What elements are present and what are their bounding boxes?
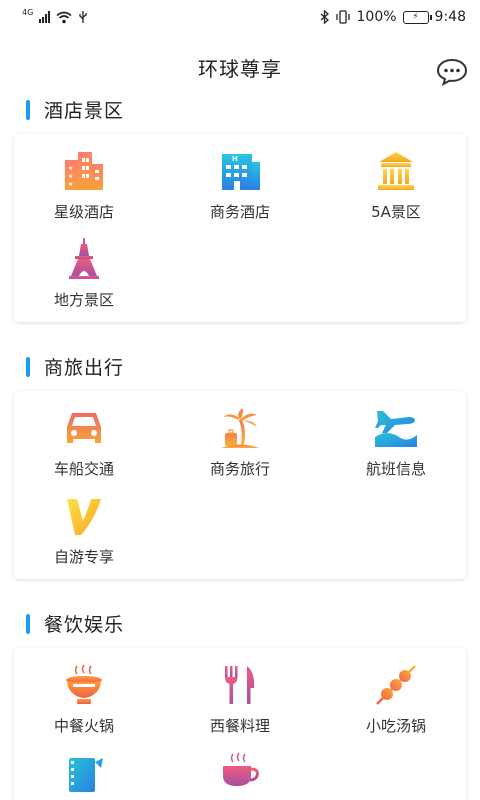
hotpot-icon bbox=[66, 664, 102, 704]
plane-icon bbox=[375, 411, 417, 447]
section-accent-bar bbox=[26, 99, 30, 120]
section-card-hotels: ★ ★ ★ 星级酒店 H 商务酒店 5A景区 地方景区 bbox=[14, 134, 466, 322]
grid-item-label: 商务旅行 bbox=[209, 460, 270, 478]
grid-item-transport[interactable]: 车船交通 bbox=[9, 395, 159, 481]
section-accent-bar bbox=[26, 356, 30, 377]
grid-item-western[interactable]: 西餐料理 bbox=[165, 652, 315, 738]
page-title: 环球尊享 bbox=[198, 57, 282, 81]
signal-icon bbox=[39, 11, 51, 23]
skewer-icon bbox=[376, 665, 416, 705]
section-header-hotels: 酒店景区 bbox=[26, 96, 124, 123]
grid-item-label: 中餐火锅 bbox=[53, 717, 114, 735]
battery-percent: 100% bbox=[356, 9, 397, 25]
grid-item-star-hotel[interactable]: ★ ★ ★ 星级酒店 bbox=[9, 138, 159, 224]
section-card-travel: 车船交通 商务旅行 航班信息 自游专享 bbox=[14, 391, 466, 579]
film-icon bbox=[69, 758, 103, 792]
status-bar: 4G 100% ⚡ 9:48 bbox=[0, 0, 480, 34]
grid-item-label: 车船交通 bbox=[53, 460, 114, 478]
grid-item-label: 地方景区 bbox=[53, 291, 114, 309]
section-title: 餐饮娱乐 bbox=[44, 614, 125, 636]
grid-item-flight-info[interactable]: 航班信息 bbox=[321, 395, 471, 481]
svg-text:H: H bbox=[232, 155, 238, 163]
business-hotel-icon: H bbox=[222, 154, 260, 190]
network-type: 4G bbox=[22, 7, 34, 17]
grid-item-label: 5A景区 bbox=[371, 203, 421, 221]
section-header-travel: 商旅出行 bbox=[26, 353, 124, 380]
grid-item-business-travel[interactable]: 商务旅行 bbox=[165, 395, 315, 481]
v-icon bbox=[67, 499, 101, 535]
grid-item-cafe[interactable] bbox=[165, 740, 315, 800]
vibrate-icon bbox=[335, 10, 350, 24]
section-accent-bar bbox=[26, 613, 30, 634]
svg-text:★: ★ bbox=[68, 165, 73, 172]
grid-item-label: 商务酒店 bbox=[209, 203, 270, 221]
wifi-icon bbox=[56, 11, 72, 23]
svg-text:★: ★ bbox=[68, 181, 73, 188]
title-bar: 环球尊享 bbox=[0, 44, 480, 88]
clock: 9:48 bbox=[434, 9, 466, 25]
battery-icon: ⚡ bbox=[402, 10, 432, 24]
grid-item-5a-scenic[interactable]: 5A景区 bbox=[321, 138, 471, 224]
svg-text:★: ★ bbox=[68, 173, 73, 180]
grid-item-snacks[interactable]: 小吃汤锅 bbox=[321, 652, 471, 738]
grid-item-label: 自游专享 bbox=[53, 548, 114, 566]
temple-icon bbox=[378, 152, 414, 190]
tower-icon bbox=[69, 238, 99, 279]
section-card-dining: 中餐火锅 西餐料理 小吃汤锅 bbox=[14, 648, 466, 800]
star-hotel-icon: ★★★ bbox=[65, 152, 103, 190]
fork-knife-icon bbox=[225, 666, 255, 704]
bluetooth-icon bbox=[320, 10, 329, 24]
grid-item-hotpot[interactable]: 中餐火锅 bbox=[9, 652, 159, 738]
usb-icon bbox=[79, 11, 87, 23]
car-icon bbox=[67, 413, 101, 443]
grid-item-label: 西餐料理 bbox=[209, 717, 270, 735]
grid-item-local-scenic[interactable]: 地方景区 bbox=[9, 226, 159, 312]
section-header-dining: 餐饮娱乐 bbox=[26, 610, 124, 637]
grid-item-movies[interactable] bbox=[9, 740, 159, 800]
grid-item-label: 航班信息 bbox=[365, 460, 426, 478]
grid-item-business-hotel[interactable]: H 商务酒店 bbox=[165, 138, 315, 224]
grid-item-self-tour[interactable]: 自游专享 bbox=[9, 483, 159, 569]
grid-item-label: 小吃汤锅 bbox=[365, 717, 426, 735]
coffee-cup-icon bbox=[223, 752, 259, 786]
palm-luggage-icon bbox=[221, 408, 259, 448]
section-title: 酒店景区 bbox=[44, 100, 125, 122]
chat-bubble-icon[interactable] bbox=[436, 58, 468, 86]
section-title: 商旅出行 bbox=[44, 357, 125, 379]
grid-item-label: 星级酒店 bbox=[53, 203, 114, 221]
